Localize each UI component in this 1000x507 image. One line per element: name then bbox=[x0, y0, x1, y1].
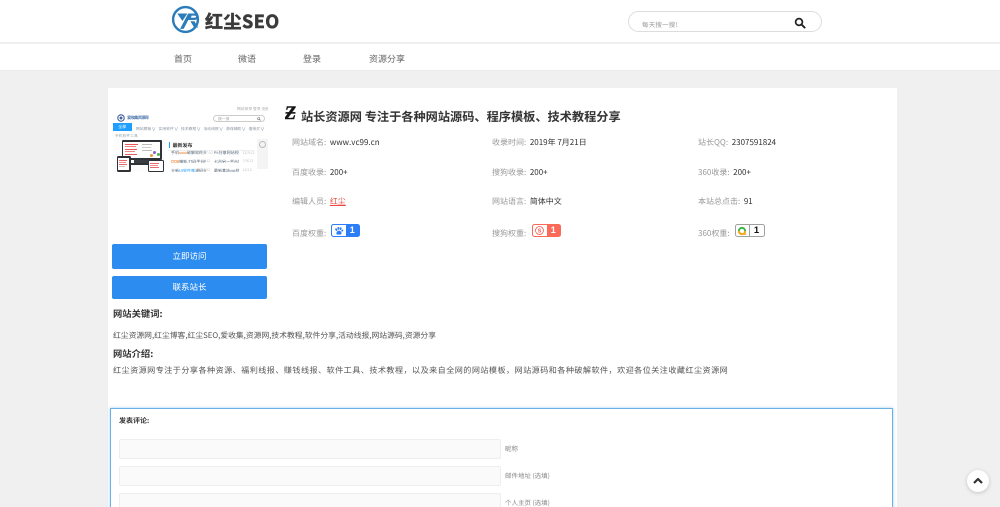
svg-text:S: S bbox=[538, 228, 542, 234]
